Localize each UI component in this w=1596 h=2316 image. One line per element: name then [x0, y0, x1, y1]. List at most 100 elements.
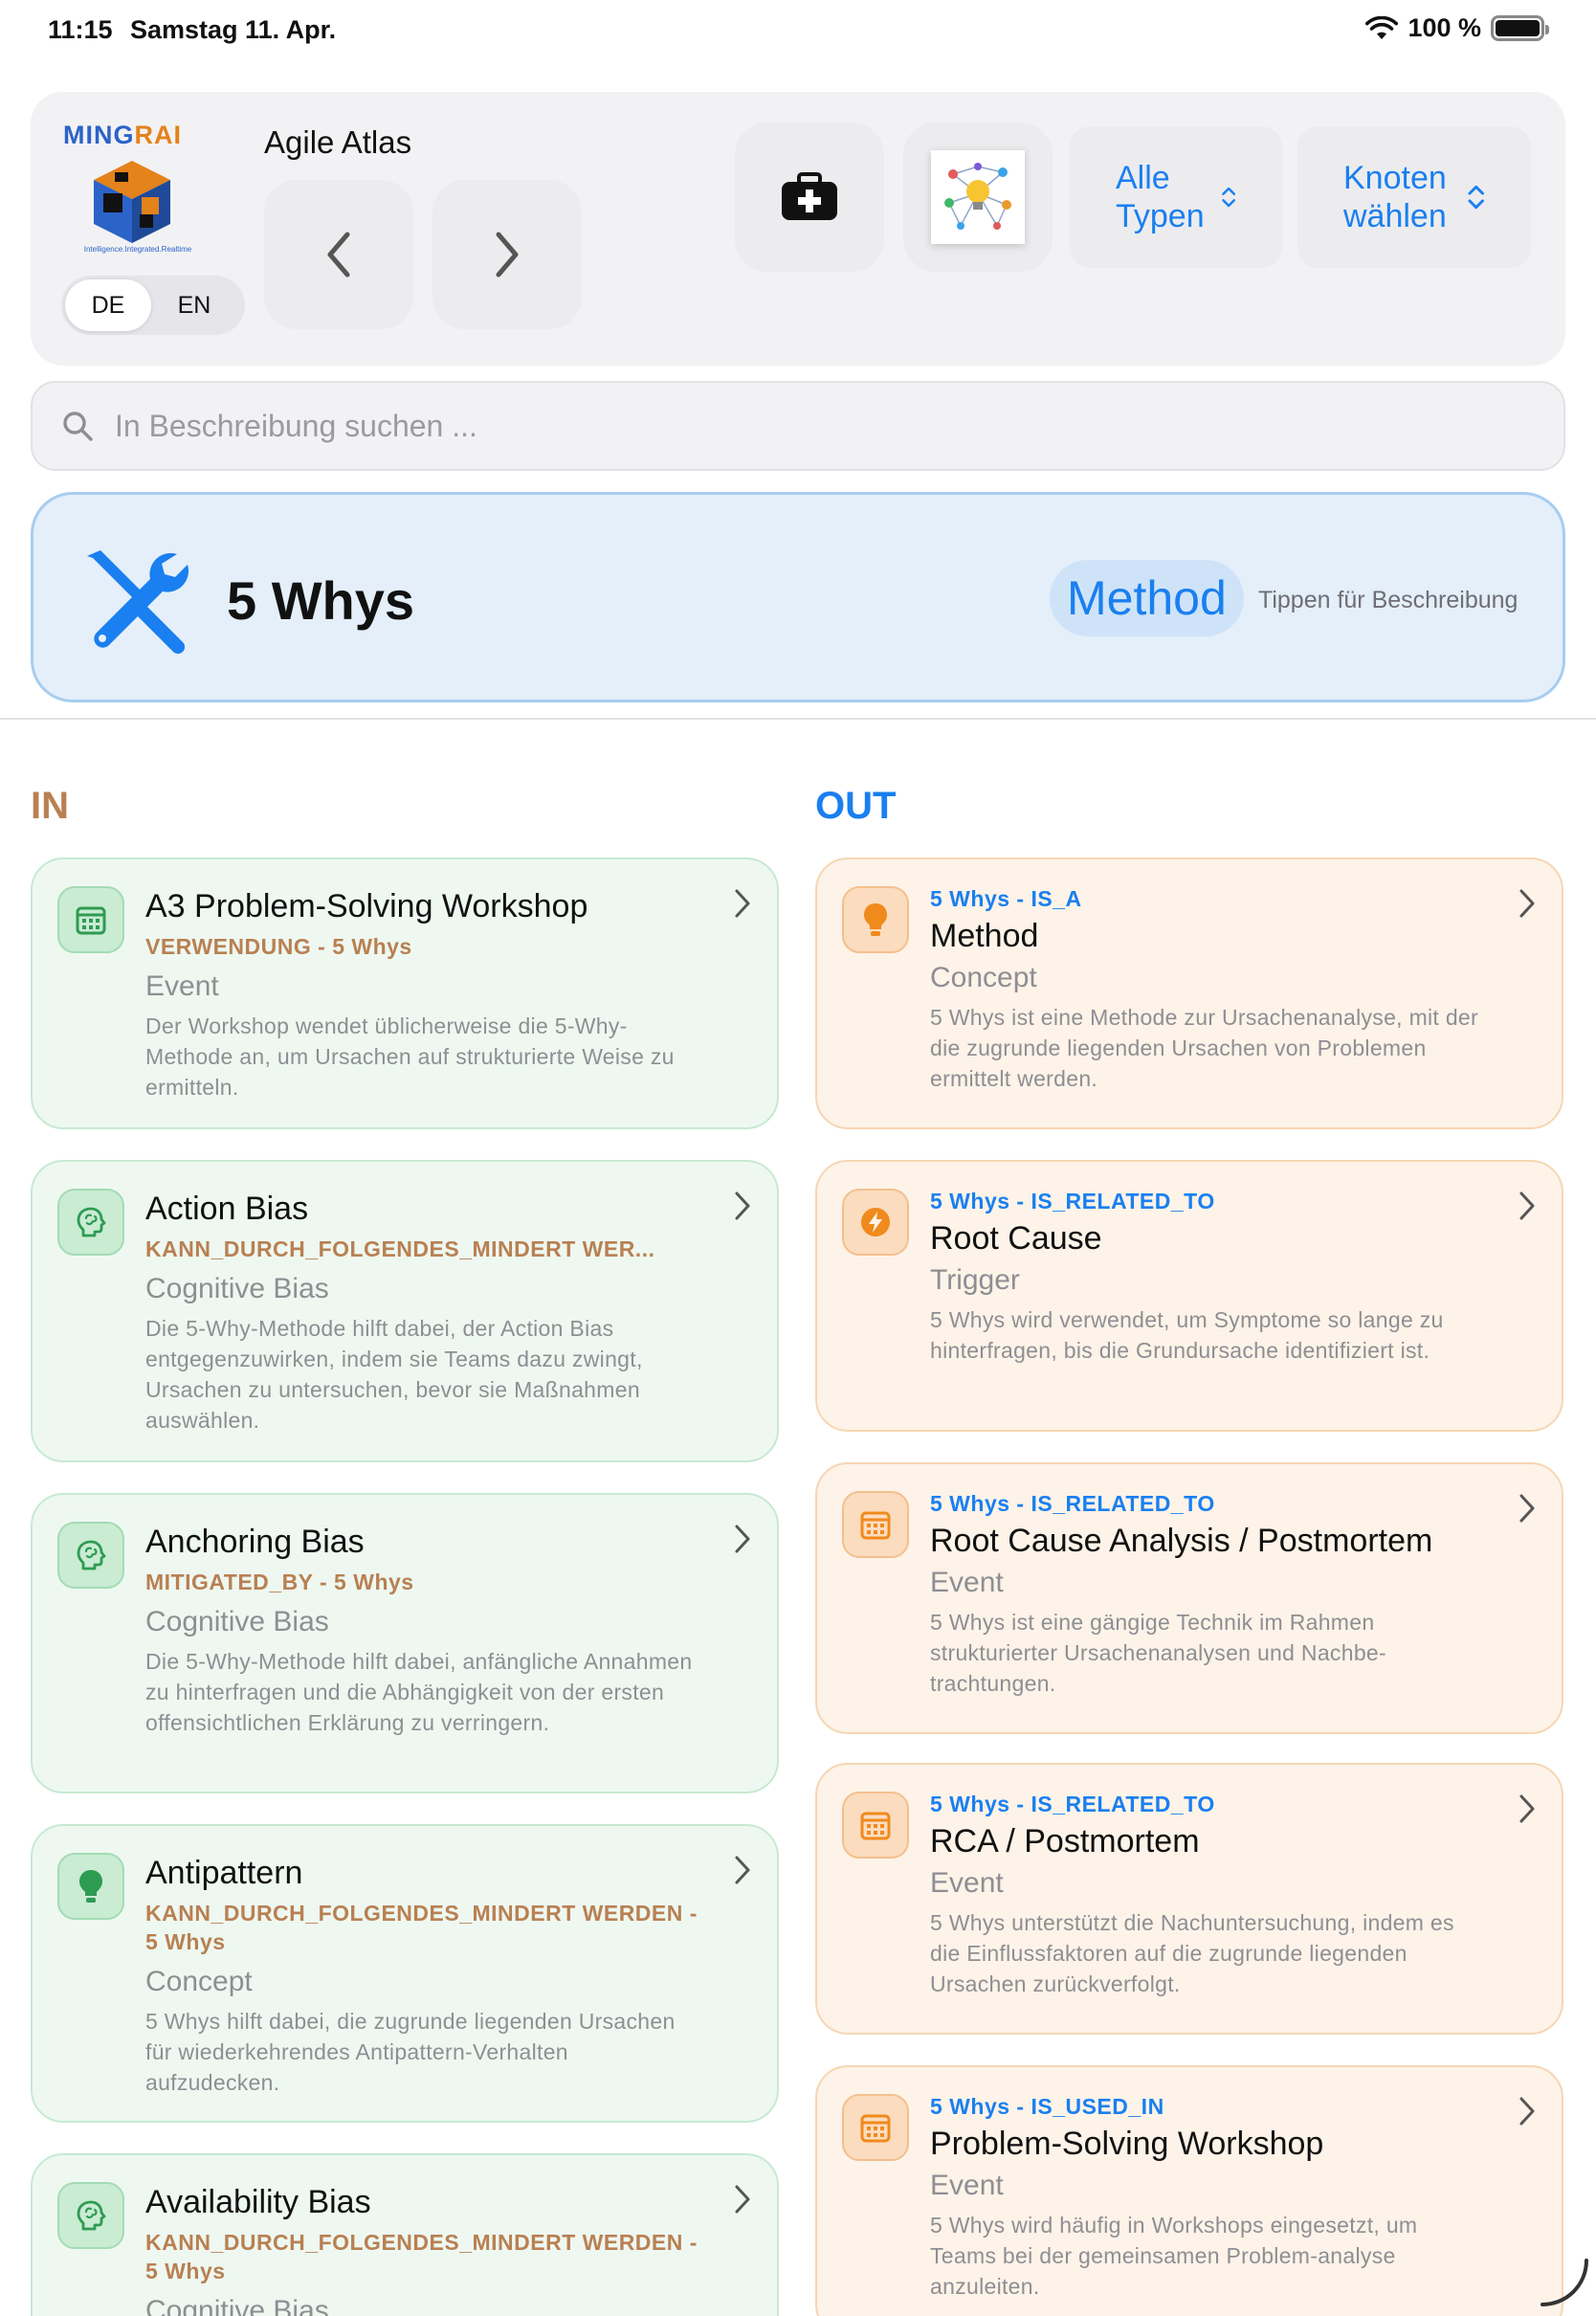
status-bar: 11:15 Samstag 11. Apr. 100 % — [0, 0, 1596, 59]
relation-node-type: Concept — [145, 1966, 253, 1997]
cube-logo-icon — [94, 161, 170, 243]
logo-wordmark: MINGRAI — [63, 121, 182, 149]
brain-icon — [77, 1207, 106, 1237]
chevron-right-icon — [1519, 1794, 1535, 1823]
relation-description: 5 Whys ist eine Methode zur Ursachenanal… — [930, 1005, 1478, 1091]
type-filter-picker[interactable]: Alle Typen — [1070, 126, 1282, 268]
relation-node-type: Event — [145, 970, 219, 1002]
relation-label: 5 Whys - IS_A — [930, 886, 1082, 911]
logo-tagline: Intelligence.Integrated.Realtime — [83, 245, 192, 254]
battery-icon — [1491, 15, 1549, 41]
relation-description: 5 Whys wird häufig in Workshops eingeset… — [930, 2213, 1418, 2299]
forward-button[interactable] — [432, 180, 582, 329]
chevron-right-icon — [1519, 1191, 1535, 1220]
in-relation-card[interactable]: Anchoring Bias MITIGATED_BY - 5 Whys Cog… — [31, 1493, 779, 1793]
language-toggle[interactable]: DE EN — [61, 276, 245, 335]
relation-label: MITIGATED_BY - 5 Whys — [145, 1570, 414, 1594]
relation-title: Availability Bias — [145, 2184, 371, 2220]
chevron-right-icon — [735, 1525, 750, 1553]
chevron-left-icon — [327, 232, 350, 278]
out-relation-card[interactable]: 5 Whys - IS_RELATED_TO Root Cause Analys… — [815, 1462, 1563, 1734]
relation-description: Die 5-Why-Methode hilft dabei, anfänglic… — [145, 1649, 693, 1735]
description-search[interactable] — [31, 381, 1565, 471]
lang-de-button[interactable]: DE — [65, 279, 151, 331]
wifi-icon — [1365, 15, 1399, 39]
calendar-icon — [76, 906, 106, 935]
relation-label: KANN_DURCH_FOLGENDES_MINDERT WERDEN - 5 … — [145, 1901, 698, 1954]
chevron-right-icon — [735, 889, 750, 918]
back-button[interactable] — [264, 180, 413, 329]
out-relation-card[interactable]: 5 Whys - IS_RELATED_TO Root Cause Trigge… — [815, 1160, 1563, 1432]
chevron-right-icon — [496, 232, 519, 278]
relation-description: 5 Whys unterstützt die Nachuntersuchung,… — [930, 1910, 1454, 1996]
lightbulb-icon — [864, 903, 887, 936]
brain-icon — [77, 1540, 106, 1570]
relation-description: 5 Whys ist eine gängige Technik im Rahme… — [930, 1610, 1386, 1696]
in-relation-card[interactable]: Antipattern KANN_DURCH_FOLGENDES_MINDERT… — [31, 1824, 779, 2123]
relation-title: Root Cause Analysis / Postmortem — [930, 1523, 1433, 1559]
relation-label: 5 Whys - IS_RELATED_TO — [930, 1491, 1215, 1516]
relation-title: Action Bias — [145, 1191, 309, 1227]
status-right: 100 % — [1365, 13, 1549, 43]
app-title: Agile Atlas — [264, 124, 412, 160]
chevron-right-icon — [1519, 2097, 1535, 2126]
toolkit-button[interactable] — [735, 122, 884, 272]
relation-title: Antipattern — [145, 1855, 303, 1891]
relation-node-type: Event — [930, 1567, 1004, 1598]
calendar-icon — [860, 2114, 891, 2143]
in-relation-card[interactable]: A3 Problem-Solving Workshop VERWENDUNG -… — [31, 857, 779, 1129]
relation-label: KANN_DURCH_FOLGENDES_MINDERT WERDEN - 5 … — [145, 2230, 698, 2283]
search-input[interactable] — [115, 408, 1454, 444]
relation-node-type: Cognitive Bias — [145, 1606, 329, 1637]
out-relation-card[interactable]: 5 Whys - IS_RELATED_TO RCA / Postmortem … — [815, 1763, 1563, 2035]
tools-icon — [87, 550, 189, 655]
chevron-right-icon — [735, 1191, 750, 1220]
graph-view-button[interactable] — [903, 122, 1053, 272]
status-time: 11:15 — [48, 15, 113, 44]
out-relation-card[interactable]: 5 Whys - IS_A Method Concept 5 Whys ist … — [815, 857, 1563, 1129]
relation-node-type: Event — [930, 2170, 1004, 2201]
relation-node-type: Trigger — [930, 1264, 1020, 1296]
chevron-right-icon — [735, 1856, 750, 1884]
node-type-badge: Method — [1050, 560, 1244, 636]
lang-en-button[interactable]: EN — [151, 279, 237, 331]
relation-label: 5 Whys - IS_USED_IN — [930, 2094, 1164, 2119]
out-column-heading: OUT — [815, 785, 897, 827]
status-date: Samstag 11. Apr. — [130, 15, 337, 44]
brain-icon — [77, 2200, 106, 2231]
chevron-up-down-icon — [1221, 187, 1235, 208]
battery-percent: 100 % — [1408, 13, 1481, 42]
relation-title: Root Cause — [930, 1220, 1102, 1257]
divider — [0, 718, 1596, 720]
chevron-right-icon — [1519, 1494, 1535, 1523]
relation-title: Problem-Solving Workshop — [930, 2126, 1324, 2162]
relation-title: A3 Problem-Solving Workshop — [145, 888, 588, 924]
relation-node-type: Cognitive Bias — [145, 2295, 329, 2316]
in-relation-card[interactable]: Availability Bias KANN_DURCH_FOLGENDES_M… — [31, 2153, 779, 2316]
relation-description: 5 Whys hilft dabei, die zugrunde liegend… — [145, 2009, 676, 2095]
node-title: 5 Whys — [227, 570, 415, 631]
relation-node-type: Concept — [930, 962, 1037, 993]
relation-label: 5 Whys - IS_RELATED_TO — [930, 1189, 1215, 1214]
chevron-right-icon — [735, 2185, 750, 2214]
relation-description: Der Workshop wendet üblicherweise die 5-… — [145, 1013, 675, 1100]
search-icon — [63, 412, 93, 441]
out-relation-card[interactable]: 5 Whys - IS_USED_IN Problem-Solving Work… — [815, 2065, 1563, 2316]
relation-node-type: Event — [930, 1867, 1004, 1899]
relation-node-type: Cognitive Bias — [145, 1273, 329, 1304]
in-relation-card[interactable]: Action Bias KANN_DURCH_FOLGENDES_MINDERT… — [31, 1160, 779, 1462]
corner-gesture-indicator — [1541, 2259, 1588, 2306]
medkit-icon — [782, 172, 837, 220]
relation-label: VERWENDUNG - 5 Whys — [145, 934, 412, 959]
relation-description: 5 Whys wird verwendet, um Symptome so la… — [930, 1307, 1444, 1363]
selected-node-card[interactable]: 5 Whys Method Tippen für Beschreibung — [31, 492, 1565, 702]
header-card: MINGRAI Intelligence.Integrated.Realtime… — [31, 92, 1565, 366]
network-lightbulb-icon — [944, 163, 1011, 230]
bolt-icon — [861, 1208, 890, 1236]
relation-title: Anchoring Bias — [145, 1524, 365, 1560]
node-picker-label: Knoten wählen — [1343, 160, 1447, 234]
chevron-up-down-icon — [1468, 185, 1484, 210]
relation-label: 5 Whys - IS_RELATED_TO — [930, 1792, 1215, 1816]
node-picker[interactable]: Knoten wählen — [1297, 126, 1531, 268]
relation-title: RCA / Postmortem — [930, 1823, 1200, 1859]
